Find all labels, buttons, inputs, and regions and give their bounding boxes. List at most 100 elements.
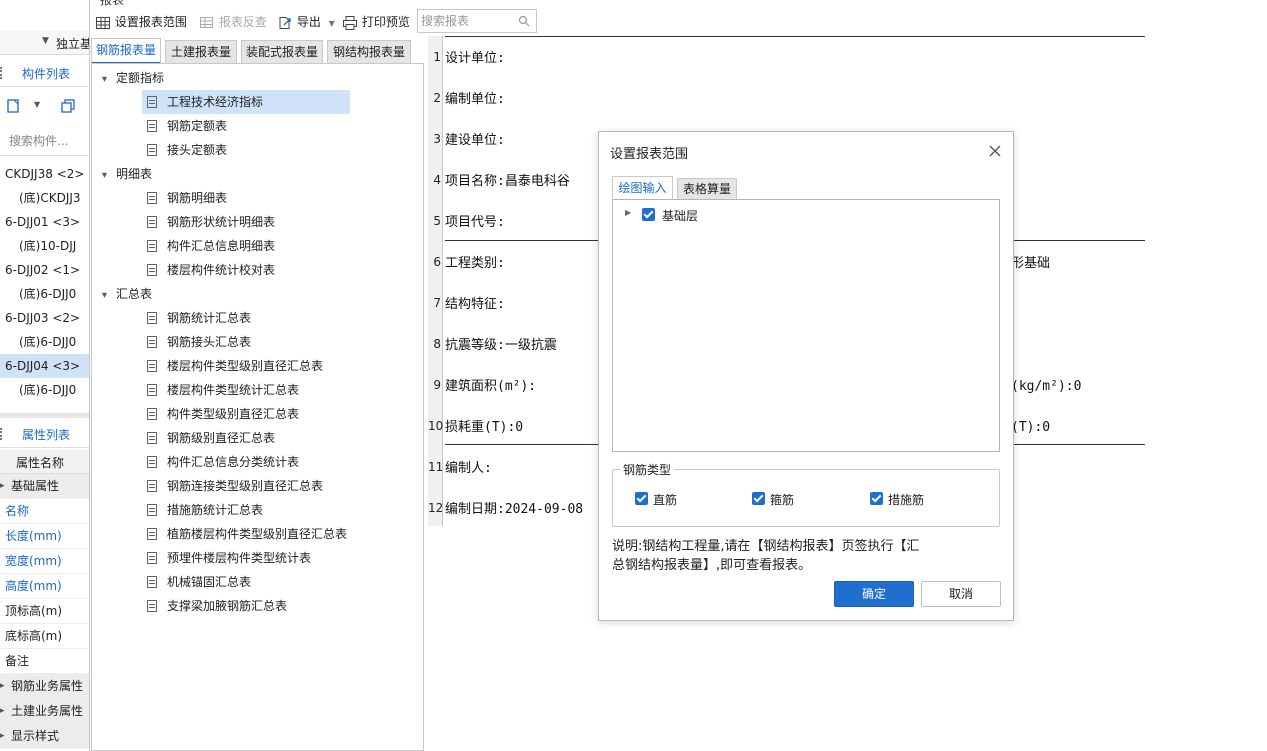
chevron-down-icon: ▼	[42, 36, 49, 46]
row-number: 3	[428, 132, 443, 146]
report-tree-item[interactable]: 楼层构件类型级别直径汇总表	[142, 354, 323, 378]
report-tree-item[interactable]: 支撑梁加腋钢筋汇总表	[142, 594, 287, 618]
print-preview-button[interactable]: 打印预览	[342, 8, 410, 36]
note-line-1: 说明:钢结构工程量,请在【钢结构报表】页签执行【汇	[612, 539, 920, 554]
property-group[interactable]: ▸ 基础属性	[0, 474, 89, 499]
straight-rebar-checkbox[interactable]	[635, 492, 648, 505]
expand-arrow-icon[interactable]: ▸	[0, 474, 5, 499]
rebar-type-legend: 钢筋类型	[620, 461, 675, 478]
report-tree-item[interactable]: 机械锚固汇总表	[142, 570, 251, 594]
component-list-item[interactable]: (底)6-DJJ0	[0, 330, 89, 354]
report-tree-item-label: 钢筋明细表	[167, 191, 228, 205]
expand-arrow-icon[interactable]: ▶	[625, 208, 631, 217]
report-tree-item-label: 钢筋定额表	[167, 119, 228, 133]
ok-button[interactable]: 确定	[834, 581, 914, 607]
floor-item-label: 基础层	[662, 209, 699, 223]
tab-table-calc[interactable]: 表格算量	[677, 178, 737, 200]
component-list-item[interactable]: (底)6-DJJ0	[0, 282, 89, 306]
report-cell-left: 损耗重(T):0	[445, 420, 524, 435]
property-row[interactable]: 备注	[0, 649, 89, 674]
component-list-item-label: (底)6-DJJ0	[19, 383, 77, 397]
component-list-item[interactable]: 6-DJJ01 <3>	[0, 210, 89, 234]
component-list-item[interactable]: (底)6-DJJ0	[0, 378, 89, 402]
table-search-icon	[200, 16, 213, 28]
tree-group[interactable]: ▾ 明细表	[102, 162, 152, 186]
property-row[interactable]: 长度(mm)	[0, 524, 89, 549]
new-dropdown-icon[interactable]: ▼	[34, 100, 40, 109]
export-button[interactable]: 导出 ▼	[277, 8, 335, 36]
component-list-item[interactable]: 6-DJJ03 <2>	[0, 306, 89, 330]
property-group[interactable]: ▸ 土建业务属性	[0, 699, 89, 724]
component-list-item[interactable]: 6-DJJ04 <3>	[0, 354, 89, 378]
tab-steel-report[interactable]: 钢结构报表量	[327, 40, 411, 64]
copy-icon[interactable]	[60, 98, 76, 114]
property-row[interactable]: 底标高(m)	[0, 624, 89, 649]
collapse-arrow-icon[interactable]: ▾	[102, 74, 107, 85]
report-tree: ▾ 定额指标工程技术经济指标钢筋定额表接头定额表 ▾ 明细表钢筋明细表钢筋形状统计明细…	[91, 63, 424, 751]
reverse-check-button[interactable]: 报表反查	[199, 8, 267, 36]
measure-rebar-checkbox[interactable]	[870, 492, 883, 505]
report-tree-item[interactable]: 钢筋定额表	[142, 114, 227, 138]
report-tree-item-label: 楼层构件类型统计汇总表	[167, 383, 300, 397]
component-search-input[interactable]: 搜索构件...	[9, 132, 68, 149]
report-tree-item[interactable]: 构件汇总信息明细表	[142, 234, 275, 258]
tree-group[interactable]: ▾ 汇总表	[102, 282, 152, 306]
collapse-arrow-icon[interactable]: ▾	[102, 290, 107, 301]
report-tree-item[interactable]: 钢筋接头汇总表	[142, 330, 251, 354]
property-group[interactable]: ▸ 钢筋业务属性	[0, 674, 89, 699]
tree-group-label: 定额指标	[116, 71, 165, 85]
property-row[interactable]: 名称	[0, 499, 89, 524]
report-tree-item[interactable]: 楼层构件类型统计汇总表	[142, 378, 299, 402]
dialog-title: 设置报表范围	[610, 147, 689, 162]
component-list-item[interactable]: (底)CKDJJ3	[0, 186, 89, 210]
report-tree-item[interactable]: 构件汇总信息分类统计表	[142, 450, 299, 474]
collapse-arrow-icon[interactable]: ▾	[102, 170, 107, 181]
report-tree-item[interactable]: 钢筋统计汇总表	[142, 306, 251, 330]
report-tree-item[interactable]: 工程技术经济指标	[142, 90, 350, 114]
component-list-item[interactable]: (底)10-DJJ	[0, 234, 89, 258]
expand-arrow-icon[interactable]: ▸	[0, 674, 5, 699]
report-tree-item[interactable]: 钢筋形状统计明细表	[142, 210, 275, 234]
property-row[interactable]: 宽度(mm)	[0, 549, 89, 574]
close-icon[interactable]	[988, 144, 1002, 158]
tab-rebar-report[interactable]: 钢筋报表量	[91, 38, 161, 64]
new-component-icon[interactable]	[6, 98, 22, 114]
chevron-down-icon[interactable]: ▼	[329, 19, 335, 28]
property-row[interactable]: 顶标高(m)	[0, 599, 89, 624]
report-cell-left: 工程类别:	[445, 256, 505, 271]
document-icon	[147, 311, 157, 324]
component-list-item[interactable]: 6-DJJ02 <1>	[0, 258, 89, 282]
report-tree-item[interactable]: 构件类型级别直径汇总表	[142, 402, 299, 426]
tab-drawing-input[interactable]: 绘图输入	[612, 176, 673, 200]
search-icon[interactable]	[518, 15, 530, 27]
report-tree-item[interactable]: 钢筋明细表	[142, 186, 227, 210]
dropdown-label: 独立基	[56, 37, 90, 51]
expand-arrow-icon[interactable]: ▸	[0, 724, 5, 749]
property-row[interactable]: 高度(mm)	[0, 574, 89, 599]
expand-arrow-icon[interactable]: ▸	[0, 699, 5, 724]
tab-property-list[interactable]: 属性列表	[22, 426, 70, 443]
row-number: 8	[428, 337, 443, 351]
stirrup-checkbox[interactable]	[752, 492, 765, 505]
row-number-gutter	[428, 36, 443, 526]
property-label: 顶标高(m)	[5, 604, 63, 618]
set-range-button[interactable]: 设置报表范围	[95, 8, 187, 36]
layer-dropdown[interactable]: ▼ 独立基	[0, 31, 90, 55]
tab-component-list[interactable]: 构件列表	[22, 65, 70, 82]
report-tree-item[interactable]: 楼层构件统计校对表	[142, 258, 275, 282]
report-tree-item[interactable]: 钢筋连接类型级别直径汇总表	[142, 474, 323, 498]
report-tree-item[interactable]: 接头定额表	[142, 138, 227, 162]
report-tree-item[interactable]: 植筋楼层构件类型级别直径汇总表	[142, 522, 347, 546]
drag-handle-icon	[0, 428, 2, 440]
component-list-item[interactable]: CKDJJ38 <2>	[0, 162, 89, 186]
report-tree-item[interactable]: 钢筋级别直径汇总表	[142, 426, 275, 450]
tree-group[interactable]: ▾ 定额指标	[102, 66, 164, 90]
report-tree-item[interactable]: 措施筋统计汇总表	[142, 498, 263, 522]
report-search-input[interactable]: 搜索报表	[417, 9, 537, 33]
floor-checkbox[interactable]	[642, 208, 655, 221]
cancel-button[interactable]: 取消	[921, 581, 1001, 607]
report-tree-item[interactable]: 预埋件楼层构件类型统计表	[142, 546, 311, 570]
property-group[interactable]: ▸ 显示样式	[0, 724, 89, 749]
tab-civil-report[interactable]: 土建报表量	[165, 40, 237, 64]
tab-prefab-report[interactable]: 装配式报表量	[241, 40, 323, 64]
